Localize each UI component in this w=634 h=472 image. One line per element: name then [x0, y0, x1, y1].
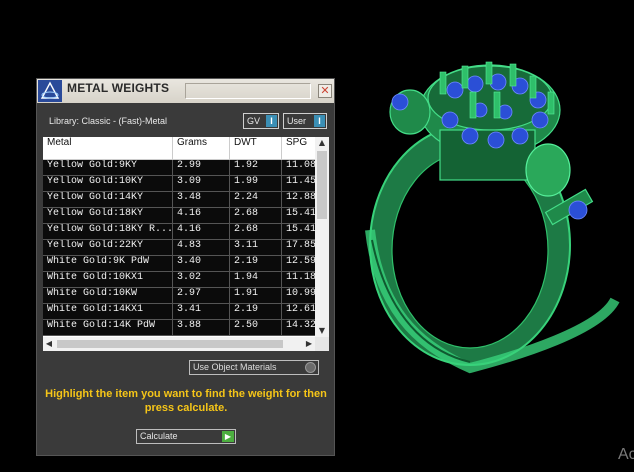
dwt-cell: 2.19 [230, 304, 282, 319]
column-header-grams[interactable]: Grams [173, 137, 230, 159]
metal-cell: Yellow Gold:18KY R... [43, 224, 173, 239]
metal-cell: White Gold:9K PdW [43, 256, 173, 271]
grams-cell: 3.02 [173, 272, 230, 287]
column-header-metal[interactable]: Metal [43, 137, 173, 159]
metal-cell: Yellow Gold:22KY [43, 240, 173, 255]
vertical-scroll-thumb[interactable] [317, 151, 327, 219]
grams-cell: 3.09 [173, 176, 230, 191]
dwt-cell: 2.50 [230, 320, 282, 335]
scroll-right-icon[interactable]: ▶ [303, 337, 315, 351]
dwt-cell: 2.24 [230, 192, 282, 207]
grams-cell: 2.97 [173, 288, 230, 303]
table-row[interactable]: White Gold:10KX1 3.02 1.94 11.18 [43, 272, 322, 288]
grams-cell: 3.40 [173, 256, 230, 271]
metal-weights-table: Metal Grams DWT SPG Yellow Gold:9KY 2.99 1… [43, 137, 329, 351]
grams-cell: 2.99 [173, 160, 230, 175]
play-icon: ▶ [222, 431, 234, 442]
title-divider [185, 83, 311, 99]
metal-cell: White Gold:10KX1 [43, 272, 173, 287]
table-row[interactable]: Yellow Gold:18KY 4.16 2.68 15.41 [43, 208, 322, 224]
grams-cell: 3.48 [173, 192, 230, 207]
metal-weights-panel: METAL WEIGHTS ✕ Library: Classic - (Fast… [36, 78, 335, 456]
table-row[interactable]: Yellow Gold:9KY 2.99 1.92 11.08 [43, 160, 322, 176]
calculate-label: Calculate [140, 431, 178, 441]
metal-cell: White Gold:14KX1 [43, 304, 173, 319]
user-toggle-indicator: I [314, 115, 325, 127]
dwt-cell: 1.94 [230, 272, 282, 287]
dwt-cell: 3.11 [230, 240, 282, 255]
metal-cell: White Gold:14K PdW [43, 320, 173, 335]
watermark-text: Ac [618, 446, 634, 463]
dwt-cell: 1.91 [230, 288, 282, 303]
dwt-cell: 1.99 [230, 176, 282, 191]
close-button[interactable]: ✕ [318, 84, 332, 98]
grams-cell: 4.16 [173, 224, 230, 239]
grams-cell: 4.16 [173, 208, 230, 223]
user-label: User [287, 116, 307, 126]
scroll-down-icon[interactable]: ▼ [315, 325, 329, 337]
grams-cell: 3.41 [173, 304, 230, 319]
table-row[interactable]: Yellow Gold:10KY 3.09 1.99 11.45 [43, 176, 322, 192]
library-label: Library: Classic - (Fast)-Metal [49, 116, 168, 126]
dwt-cell: 2.19 [230, 256, 282, 271]
calculate-button[interactable]: Calculate ▶ [136, 429, 236, 444]
grams-cell: 3.88 [173, 320, 230, 335]
dwt-cell: 1.92 [230, 160, 282, 175]
gv-toggle-indicator: I [266, 115, 277, 127]
panel-titlebar[interactable]: METAL WEIGHTS ✕ [37, 79, 334, 103]
gv-label: GV [247, 116, 261, 126]
table-row[interactable]: Yellow Gold:22KY 4.83 3.11 17.85 [43, 240, 322, 256]
use-object-materials-option[interactable]: Use Object Materials [189, 360, 319, 375]
use-object-materials-label: Use Object Materials [193, 362, 277, 372]
table-body: Yellow Gold:9KY 2.99 1.92 11.08 Yellow Gold… [43, 160, 322, 336]
horizontal-scrollbar[interactable]: ◀ ▶ [43, 337, 315, 351]
table-row[interactable]: White Gold:9K PdW 3.40 2.19 12.59 [43, 256, 322, 272]
table-row[interactable]: White Gold:14K PdW 3.88 2.50 14.32 [43, 320, 322, 336]
close-icon: ✕ [320, 84, 330, 97]
column-header-dwt[interactable]: DWT [230, 137, 282, 159]
user-toggle[interactable]: User I [283, 113, 327, 129]
instruction-text: Highlight the item you want to find the … [45, 388, 327, 414]
scroll-left-icon[interactable]: ◀ [43, 337, 55, 351]
dwt-cell: 2.68 [230, 224, 282, 239]
horizontal-scroll-thumb[interactable] [57, 340, 283, 348]
vertical-scrollbar[interactable]: ▲ ▼ [315, 137, 329, 337]
table-row[interactable]: White Gold:10KW 2.97 1.91 10.99 [43, 288, 322, 304]
metal-cell: Yellow Gold:14KY [43, 192, 173, 207]
table-row[interactable]: White Gold:14KX1 3.41 2.19 12.61 [43, 304, 322, 320]
grams-cell: 4.83 [173, 240, 230, 255]
app-logo-icon [38, 80, 62, 102]
metal-cell: White Gold:10KW [43, 288, 173, 303]
radio-icon[interactable] [305, 362, 316, 373]
metal-cell: Yellow Gold:10KY [43, 176, 173, 191]
metal-cell: Yellow Gold:18KY [43, 208, 173, 223]
table-header: Metal Grams DWT SPG [43, 137, 322, 160]
panel-title: METAL WEIGHTS [67, 81, 170, 95]
dwt-cell: 2.68 [230, 208, 282, 223]
scrollbar-corner [315, 337, 329, 351]
gv-toggle[interactable]: GV I [243, 113, 279, 129]
table-row[interactable]: Yellow Gold:18KY R... 4.16 2.68 15.41 [43, 224, 322, 240]
scroll-up-icon[interactable]: ▲ [315, 137, 329, 149]
metal-cell: Yellow Gold:9KY [43, 160, 173, 175]
table-row[interactable]: Yellow Gold:14KY 3.48 2.24 12.88 [43, 192, 322, 208]
